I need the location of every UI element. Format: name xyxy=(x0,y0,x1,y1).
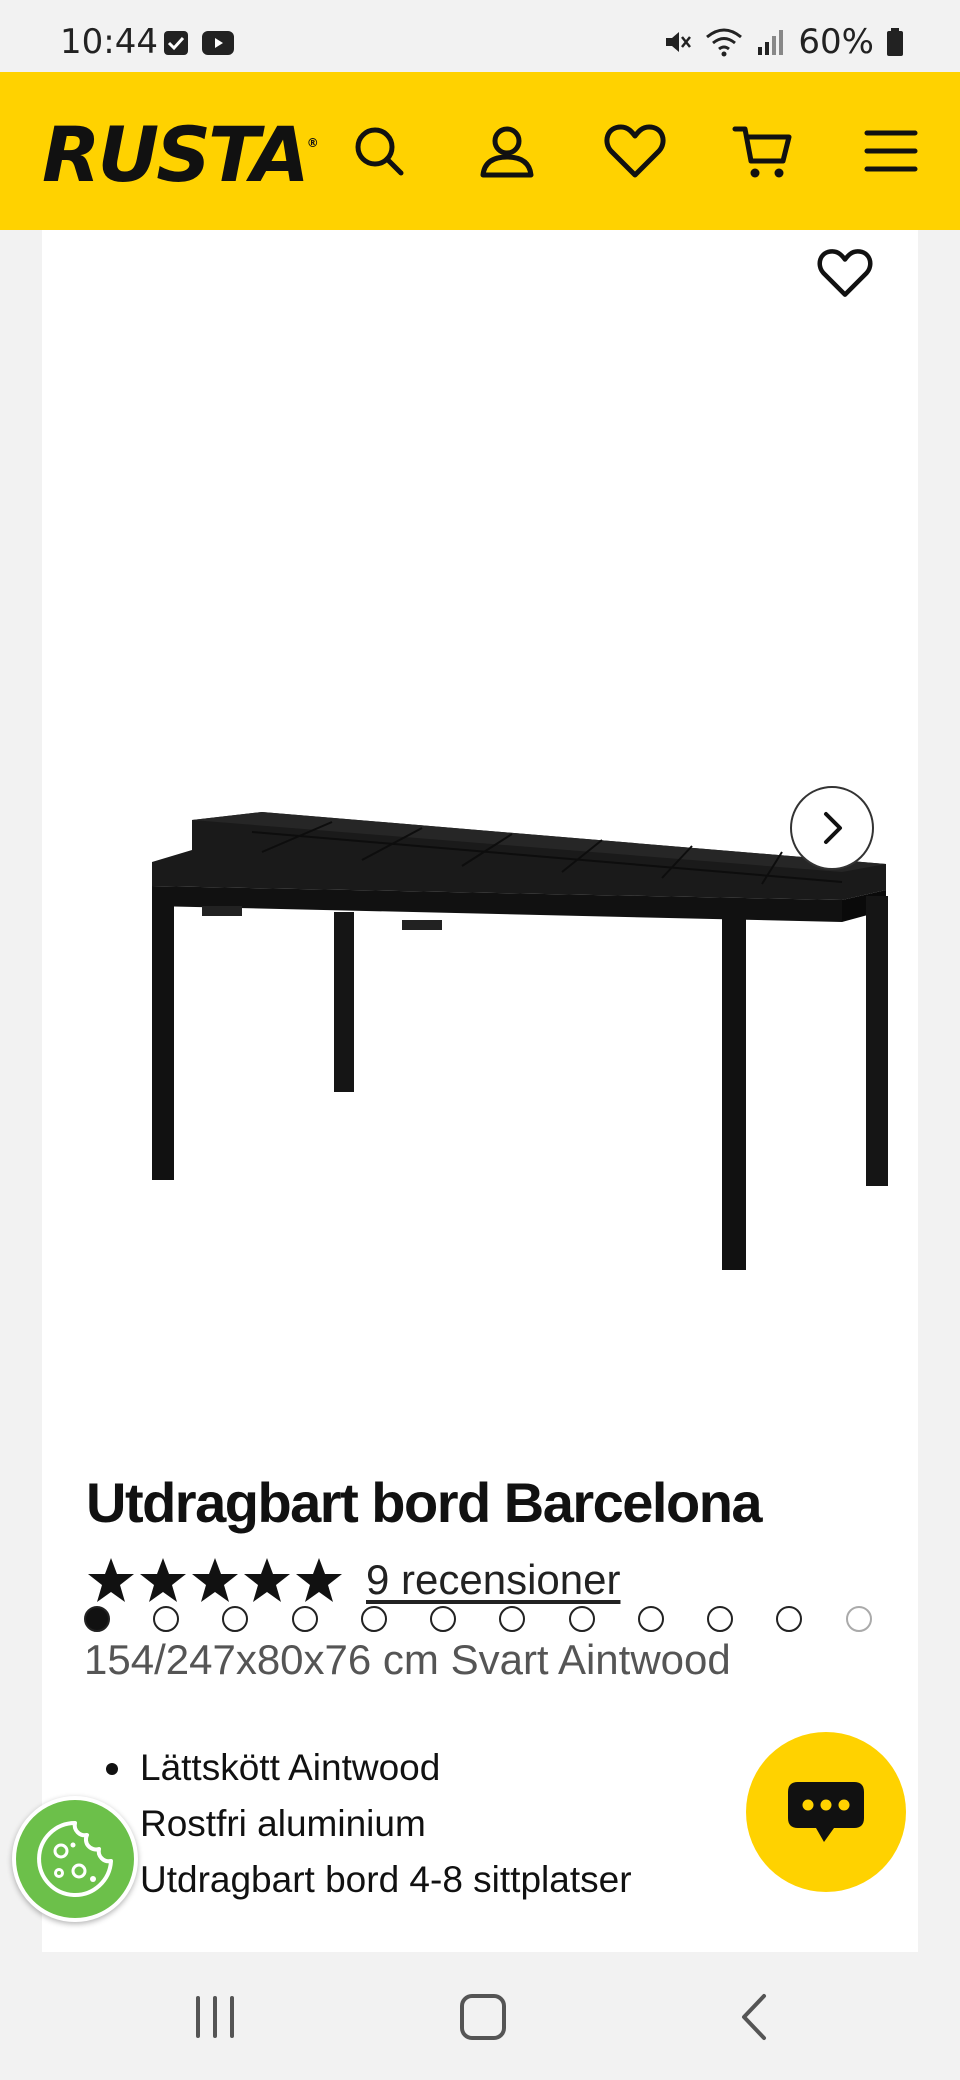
star-icon xyxy=(296,1558,342,1602)
gallery-dot[interactable] xyxy=(153,1606,179,1632)
feature-list: Lättskött Aintwood Rostfri aluminium Utd… xyxy=(102,1740,632,1908)
gallery-dot[interactable] xyxy=(84,1606,110,1632)
gallery-dot[interactable] xyxy=(569,1606,595,1632)
gallery-dot[interactable] xyxy=(361,1606,387,1632)
product-card xyxy=(42,230,918,1952)
menu-icon xyxy=(864,130,918,172)
rating-stars xyxy=(86,1556,344,1604)
gallery-dot[interactable] xyxy=(499,1606,525,1632)
heart-icon xyxy=(817,249,873,297)
notification-icons xyxy=(163,30,235,56)
logo-trademark: ® xyxy=(306,135,319,150)
back-button[interactable] xyxy=(714,1982,794,2052)
chat-bubble-icon xyxy=(788,1782,864,1842)
star-icon xyxy=(244,1558,290,1602)
gallery-dot[interactable] xyxy=(292,1606,318,1632)
site-header: RUSTA® xyxy=(0,72,960,230)
cart-button[interactable] xyxy=(728,116,798,186)
status-bar: 10:44 60% xyxy=(0,0,960,72)
reviews-link[interactable]: 9 recensioner xyxy=(366,1556,620,1604)
back-icon xyxy=(742,1994,766,2040)
search-button[interactable] xyxy=(344,116,414,186)
gallery-dot[interactable] xyxy=(430,1606,456,1632)
battery-percent: 60% xyxy=(798,22,874,62)
status-time: 10:44 xyxy=(60,22,158,62)
product-title: Utdragbart bord Barcelona xyxy=(86,1471,763,1534)
mute-icon xyxy=(666,32,692,52)
gallery-dot[interactable] xyxy=(776,1606,802,1632)
cookie-settings-button[interactable] xyxy=(12,1796,138,1922)
signal-icon xyxy=(758,30,784,55)
gallery-dot[interactable] xyxy=(638,1606,664,1632)
table-leg xyxy=(866,896,888,1186)
next-image-button[interactable] xyxy=(790,786,874,870)
checkbox-notification-icon xyxy=(164,31,188,55)
gallery-dot[interactable] xyxy=(222,1606,248,1632)
table-leg xyxy=(722,910,746,1270)
chat-button[interactable] xyxy=(746,1732,906,1892)
search-icon xyxy=(355,127,404,176)
feature-item: Rostfri aluminium xyxy=(140,1803,426,1844)
cart-icon xyxy=(732,126,792,178)
gallery-dot[interactable] xyxy=(846,1606,872,1632)
feature-item: Utdragbart bord 4-8 sittplatser xyxy=(140,1859,632,1900)
account-button[interactable] xyxy=(472,116,542,186)
home-icon xyxy=(460,1994,506,2040)
gallery-dot[interactable] xyxy=(707,1606,733,1632)
gallery-pagination xyxy=(84,1606,904,1634)
product-image[interactable] xyxy=(82,560,902,1330)
recent-apps-icon xyxy=(196,1996,234,2038)
chevron-right-icon xyxy=(824,812,842,844)
heart-icon xyxy=(604,124,666,178)
table-leg xyxy=(152,890,174,1180)
battery-icon xyxy=(887,28,903,56)
menu-button[interactable] xyxy=(856,116,926,186)
recent-apps-button[interactable] xyxy=(175,1982,255,2052)
feature-item: Lättskött Aintwood xyxy=(102,1740,632,1796)
system-status: 60% xyxy=(662,22,904,62)
star-icon xyxy=(88,1558,134,1602)
add-to-favorites-button[interactable] xyxy=(810,238,880,308)
cookie-icon xyxy=(37,1821,113,1897)
favorites-button[interactable] xyxy=(600,116,670,186)
home-button[interactable] xyxy=(443,1982,523,2052)
table-leg xyxy=(334,912,354,1092)
rusta-logo[interactable]: RUSTA® xyxy=(42,110,319,199)
product-variant: 154/247x80x76 cm Svart Aintwood xyxy=(84,1636,731,1683)
youtube-notification-icon xyxy=(202,31,234,55)
system-navigation-bar xyxy=(0,1952,960,2080)
star-icon xyxy=(192,1558,238,1602)
star-icon xyxy=(140,1558,186,1602)
product-rating: 9 recensioner xyxy=(86,1556,620,1604)
wifi-icon xyxy=(706,28,743,57)
logo-text: RUSTA xyxy=(42,110,310,199)
account-icon xyxy=(480,126,534,178)
